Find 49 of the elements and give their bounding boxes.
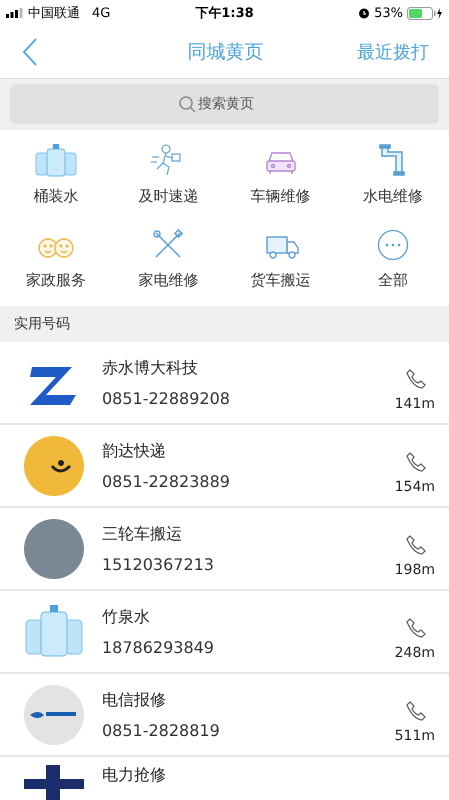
phone-number: 15120367213 [102,554,215,574]
phone-icon [405,700,427,722]
category-button[interactable]: 货车搬运 [224,218,337,302]
distance: 511m [394,728,435,744]
more-icon [376,229,409,261]
contact-row[interactable]: 竹泉水 18786293849 248m [0,591,449,674]
smile-logo [24,436,84,496]
search-icon [179,96,196,112]
network-type: 4G [92,6,110,20]
phone-icon [405,368,427,390]
contact-name: 电信报修 [102,690,167,708]
contact-row[interactable]: 电力抢修 [0,757,449,800]
signal-icon [6,8,24,18]
distance: 248m [394,644,435,660]
contact-row[interactable]: 韵达快递 0851-22823889 154m [0,425,449,508]
contact-row[interactable]: 三轮车搬运 15120367213 198m [0,508,449,591]
chevron-left-icon [22,38,38,66]
phone-number: 0851-22889208 [102,388,231,408]
phone-number: 0851-2828819 [102,720,221,740]
category-button[interactable]: 桶装水 [0,134,112,218]
distance: 154m [394,478,435,494]
category-button[interactable]: 家电维修 [112,218,224,302]
phone-number: 18786293849 [102,638,215,656]
contact-row[interactable]: 赤水博大科技 0851-22889208 141m [0,342,449,425]
category-button[interactable]: 及时速递 [112,134,224,218]
contact-name: 电力抢修 [102,765,167,784]
battery-icon [407,6,443,20]
carrier-name: 中国联通 [28,5,80,22]
phone-icon [405,450,427,472]
distance: 141m [394,396,435,412]
phone-number: 0851-22823889 [102,472,231,490]
status-time: 下午1:38 [195,5,254,22]
category-button[interactable]: 家政服务 [0,218,112,302]
category-button[interactable]: 水电维修 [336,134,449,218]
contact-name: 三轮车搬运 [102,524,183,542]
section-header: 实用号码 [0,306,449,342]
water-bottles-icon [34,143,78,177]
battery-percent: 53% [374,6,403,20]
contact-name: 韵达快递 [102,440,167,460]
category-button[interactable]: 车辆维修 [224,134,337,218]
phone-icon [405,534,427,556]
page-title: 同城黄页 [188,40,264,65]
category-button[interactable]: 全部 [336,218,449,302]
search-field[interactable]: 搜索黄页 [198,96,270,112]
contact-name: 竹泉水 [102,606,151,626]
distance: 198m [394,562,435,578]
phone-icon [405,616,427,638]
contact-row[interactable]: 电信报修 0851-2828819 511m [0,674,449,757]
contact-name: 赤水博大科技 [102,358,199,376]
